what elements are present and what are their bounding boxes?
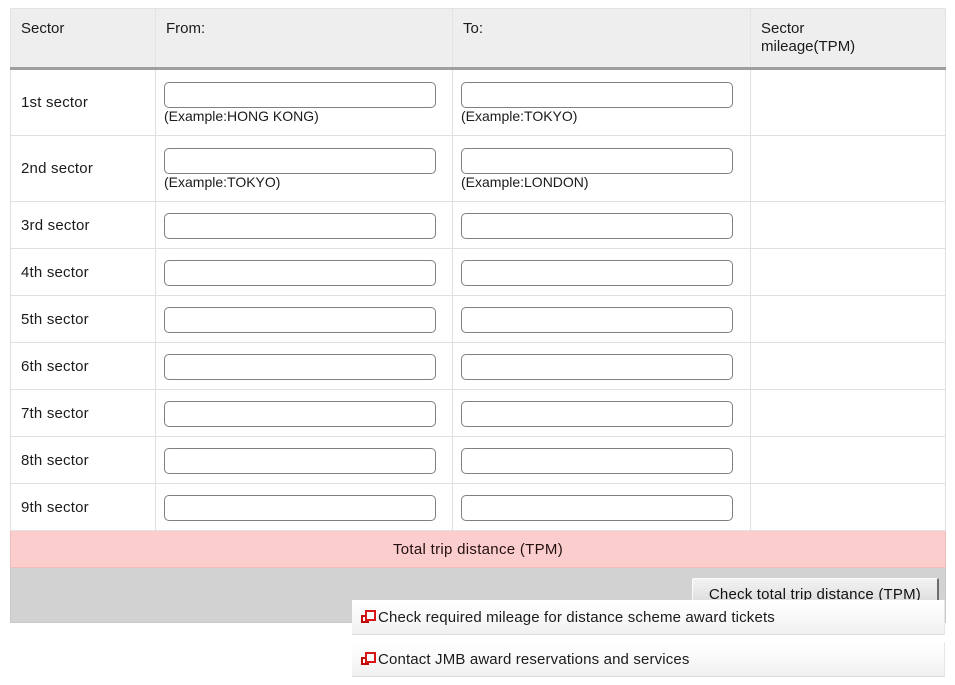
table-row: 5th sector [10,295,946,343]
sector-mileage-5 [750,295,946,343]
table-row: 3rd sector [10,201,946,249]
to-input-9[interactable] [461,495,733,521]
sector-label-9: 9th sector [10,483,156,531]
to-input-3[interactable] [461,213,733,239]
sector-mileage-3 [750,201,946,249]
sector-mileage-4 [750,248,946,296]
to-example-2: (Example:LONDON) [461,174,589,191]
sector-label-5: 5th sector [10,295,156,343]
from-input-3[interactable] [164,213,436,239]
to-input-5[interactable] [461,307,733,333]
header-sector-mileage-line1: Sector [761,20,805,37]
to-cell-2: (Example:LONDON) [452,135,751,202]
table-row: 2nd sector (Example:TOKYO) (Example:LOND… [10,135,946,202]
new-window-icon [361,610,376,625]
to-cell-1: (Example:TOKYO) [452,68,751,136]
from-input-8[interactable] [164,448,436,474]
from-cell-2: (Example:TOKYO) [155,135,453,202]
header-from: From: [155,8,453,70]
to-cell-7 [452,389,751,437]
sector-label-7: 7th sector [10,389,156,437]
sector-mileage-table: Sector From: To: Sector mileage(TPM) 1st … [10,8,946,623]
sector-label-8: 8th sector [10,436,156,484]
related-links: Check required mileage for distance sche… [352,600,945,677]
from-cell-8 [155,436,453,484]
from-input-9[interactable] [164,495,436,521]
from-input-1[interactable] [164,82,436,109]
from-cell-7 [155,389,453,437]
to-cell-6 [452,342,751,390]
from-input-6[interactable] [164,354,436,380]
to-cell-3 [452,201,751,249]
from-example-1: (Example:HONG KONG) [164,108,319,125]
total-trip-distance-row: Total trip distance (TPM) [10,530,946,568]
from-cell-1: (Example:HONG KONG) [155,68,453,136]
sector-mileage-7 [750,389,946,437]
table-row: 1st sector (Example:HONG KONG) (Example:… [10,68,946,136]
to-input-1[interactable] [461,82,733,109]
link-contact-jmb-award-reservations-label: Contact JMB award reservations and servi… [378,651,690,668]
to-cell-8 [452,436,751,484]
to-example-1: (Example:TOKYO) [461,108,578,125]
from-cell-5 [155,295,453,343]
sector-label-2: 2nd sector [10,135,156,202]
to-cell-9 [452,483,751,531]
sector-label-6: 6th sector [10,342,156,390]
to-input-6[interactable] [461,354,733,380]
mileage-calculator: Sector From: To: Sector mileage(TPM) 1st … [10,8,946,623]
header-sector: Sector [10,8,156,70]
sector-label-1: 1st sector [10,68,156,136]
sector-mileage-9 [750,483,946,531]
sector-label-4: 4th sector [10,248,156,296]
sector-label-3: 3rd sector [10,201,156,249]
table-header: Sector From: To: Sector mileage(TPM) [10,8,946,70]
from-example-2: (Example:TOKYO) [164,174,281,191]
to-input-7[interactable] [461,401,733,427]
to-cell-4 [452,248,751,296]
link-contact-jmb-award-reservations[interactable]: Contact JMB award reservations and servi… [352,642,945,677]
header-sector-mileage-line2: mileage(TPM) [761,38,856,55]
header-row: Sector From: To: Sector mileage(TPM) [10,8,946,70]
total-trip-distance-label: Total trip distance (TPM) [10,530,946,568]
table-row: 8th sector [10,436,946,484]
sector-mileage-2 [750,135,946,202]
to-cell-5 [452,295,751,343]
to-input-4[interactable] [461,260,733,286]
header-sector-mileage: Sector mileage(TPM) [750,8,946,70]
from-input-4[interactable] [164,260,436,286]
link-check-required-mileage-label: Check required mileage for distance sche… [378,609,775,626]
table-row: 9th sector [10,483,946,531]
table-row: 4th sector [10,248,946,296]
header-to: To: [452,8,751,70]
new-window-icon [361,652,376,667]
from-input-7[interactable] [164,401,436,427]
from-input-5[interactable] [164,307,436,333]
sector-mileage-1 [750,68,946,136]
table-row: 7th sector [10,389,946,437]
table-body: 1st sector (Example:HONG KONG) (Example:… [10,68,946,623]
from-cell-3 [155,201,453,249]
sector-mileage-6 [750,342,946,390]
from-cell-4 [155,248,453,296]
table-row: 6th sector [10,342,946,390]
to-input-2[interactable] [461,148,733,175]
link-check-required-mileage[interactable]: Check required mileage for distance sche… [352,600,945,635]
from-input-2[interactable] [164,148,436,175]
sector-mileage-8 [750,436,946,484]
to-input-8[interactable] [461,448,733,474]
from-cell-9 [155,483,453,531]
from-cell-6 [155,342,453,390]
